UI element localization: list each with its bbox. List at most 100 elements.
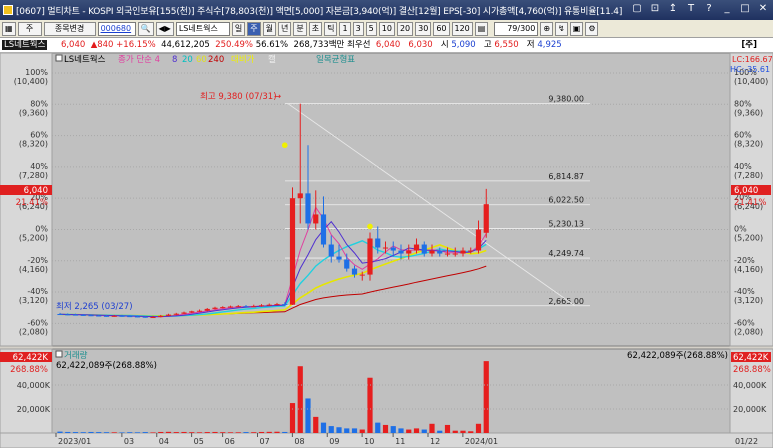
prev-next-icon[interactable]: ◀▶	[155, 21, 174, 36]
count-input[interactable]: 79/300	[494, 21, 539, 36]
candle-body	[142, 316, 148, 318]
volume-bar	[313, 416, 319, 433]
help-icon[interactable]: ?	[703, 3, 715, 15]
candle-body	[475, 229, 482, 251]
candle-body	[243, 306, 249, 308]
interval-btn-5[interactable]: 5	[365, 21, 377, 36]
candle-body	[297, 193, 303, 199]
interval-btn-120[interactable]: 120	[451, 21, 473, 36]
candle-body	[483, 204, 489, 233]
interval-btn-60[interactable]: 60	[433, 21, 450, 36]
interval-btn-1[interactable]: 1	[339, 21, 351, 36]
minimize-icon[interactable]: _	[721, 3, 733, 15]
volume-bar	[483, 361, 489, 433]
hc-label: HC:-35.61	[730, 65, 770, 74]
period-btn-day[interactable]: 일	[231, 21, 246, 36]
x-label: 2023/01	[58, 437, 91, 446]
menu-icon[interactable]: ▤	[474, 21, 489, 36]
y-label-price-right: (5,200)	[734, 233, 763, 242]
grid-icon[interactable]: ▦	[2, 21, 16, 36]
save-chart-icon[interactable]: ▣	[569, 21, 584, 36]
link-icon[interactable]: ↥	[667, 3, 679, 15]
volume-bar	[305, 398, 311, 433]
quote-bid2: 6,030	[408, 40, 433, 50]
volume-bar	[359, 429, 365, 433]
candle-body	[452, 253, 458, 255]
y-label-price-right: (8,320)	[734, 140, 763, 149]
candle-body	[406, 250, 412, 254]
period-btn-year[interactable]: 년	[277, 21, 292, 36]
volume-bar	[413, 428, 420, 433]
stock-code-input[interactable]: 000680	[97, 21, 136, 36]
chart-svg[interactable]: 9,380.00 6,814.87 6,022.50 5,230.13 4,249.74…	[0, 53, 773, 448]
quote-turnover: 56.61%	[255, 40, 289, 50]
tool-icon[interactable]: ↯	[555, 21, 568, 36]
period-btn-tick[interactable]: 틱	[324, 21, 338, 36]
candle-body	[437, 250, 443, 254]
candle-body	[119, 315, 125, 317]
candle-body	[173, 313, 179, 315]
volume-bar	[227, 432, 234, 433]
memo-icon[interactable]: ▢	[631, 3, 643, 15]
stock-name-field[interactable]: LS네트웍스	[175, 21, 230, 36]
interval-btn-3[interactable]: 3	[352, 21, 364, 36]
volume-bar	[289, 403, 296, 433]
quote-high-label: 고	[483, 40, 492, 50]
period-btn-minute[interactable]: 분	[293, 21, 307, 36]
period-btn-second[interactable]: 초	[308, 21, 323, 36]
candle-body	[336, 256, 342, 260]
volume-bar	[165, 431, 172, 433]
period-btn-month[interactable]: 월	[262, 21, 276, 36]
y-label-pct-left: -60%	[27, 318, 48, 327]
volume-bar	[351, 428, 358, 433]
interval-btn-30[interactable]: 30	[415, 21, 432, 36]
volume-bar	[336, 427, 342, 433]
interval-btn-10[interactable]: 10	[378, 21, 395, 36]
volume-ylabel-right-20k: 20,000K	[733, 405, 767, 414]
candle-body	[227, 306, 234, 308]
chart-area[interactable]: 9,380.00 6,814.87 6,022.50 5,230.13 4,249.74…	[0, 53, 773, 448]
candle-body	[429, 250, 435, 254]
volume-bar	[251, 432, 257, 433]
quote-vol-ratio: 250.49%	[215, 40, 254, 50]
y-label-pct-right: -20%	[734, 256, 755, 265]
code-filter-select[interactable]: 종목변경	[43, 21, 96, 36]
legend-box	[55, 54, 63, 62]
candle-body	[382, 247, 389, 249]
maximize-icon[interactable]: □	[739, 3, 751, 15]
window-controls: ▢ ⊡ ↥ T ? _ □ ✕	[631, 3, 769, 15]
zoom-icon[interactable]: ⊕	[540, 21, 554, 36]
y-label-pct-right: 60%	[734, 131, 752, 140]
volume-bar	[111, 432, 117, 433]
candle-body	[359, 274, 365, 276]
quote-best-label: 최우선	[347, 40, 371, 50]
volume-ylabel-right-40k: 40,000K	[733, 381, 767, 390]
y-label-price-right: (7,280)	[734, 171, 763, 180]
y-label-price-left: (3,120)	[19, 296, 48, 305]
candle-body	[258, 305, 265, 307]
quote-low-label: 저	[526, 40, 535, 50]
y-label-price-left: (7,280)	[19, 171, 48, 180]
period-btn-week[interactable]: 주	[247, 21, 261, 36]
interval-btn-20[interactable]: 20	[396, 21, 414, 36]
save-icon[interactable]: ⊡	[649, 3, 661, 15]
y-label-pct-left: 40%	[30, 162, 48, 171]
close-icon[interactable]: ✕	[757, 3, 769, 15]
candle-body	[375, 238, 381, 248]
candle-body	[421, 244, 427, 254]
y-label-price-left: (9,360)	[19, 108, 48, 117]
period-type-select[interactable]: 주	[17, 21, 42, 36]
font-icon[interactable]: T	[685, 3, 697, 15]
volume-bar	[406, 429, 412, 433]
candle-body	[158, 315, 164, 318]
settings-icon[interactable]: ⚙	[585, 21, 599, 36]
volume-right-pct: 268.88%	[733, 365, 771, 375]
quote-open-label: 시	[440, 40, 449, 50]
candle-body	[220, 307, 226, 309]
fib-level-label: 9,380.00	[548, 95, 584, 104]
candle-body	[444, 253, 451, 255]
search-icon[interactable]: 🔍	[137, 21, 154, 36]
volume-bar	[103, 432, 110, 433]
volume-bar	[375, 422, 381, 433]
x-label: 09	[329, 437, 339, 446]
